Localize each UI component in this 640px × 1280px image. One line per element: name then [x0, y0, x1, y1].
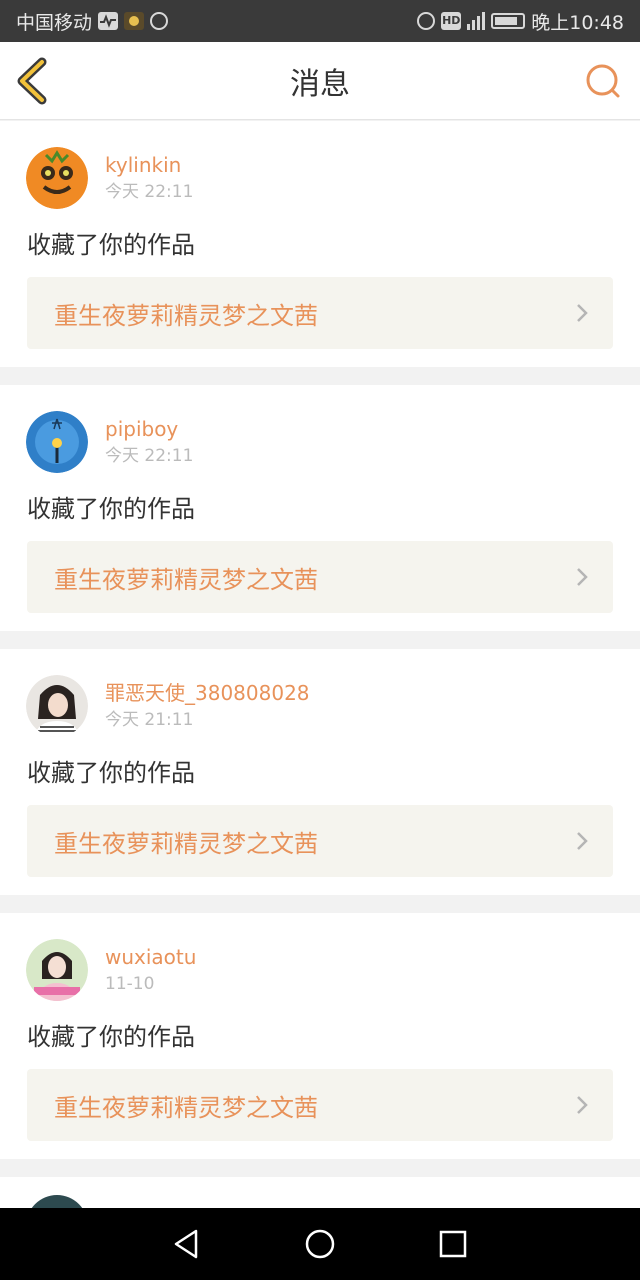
message-card: wuxiaotu 11-10 收藏了你的作品 重生夜萝莉精灵梦之文茜: [0, 913, 640, 1159]
chevron-left-icon: [17, 57, 47, 105]
action-text: 收藏了你的作品: [27, 759, 195, 787]
nav-recents-button[interactable]: [433, 1224, 473, 1264]
message-time: 今天 22:11: [105, 446, 194, 466]
square-recents-icon: [440, 1230, 467, 1258]
action-text: 收藏了你的作品: [27, 1023, 195, 1051]
work-link[interactable]: 重生夜萝莉精灵梦之文茜: [27, 277, 613, 349]
battery-icon: [491, 13, 526, 29]
message-card: kylinkin 今天 22:11 收藏了你的作品 重生夜萝莉精灵梦之文茜: [0, 121, 640, 367]
activity-icon: [98, 12, 119, 30]
back-button[interactable]: [14, 56, 58, 106]
work-title: 重生夜萝莉精灵梦之文茜: [54, 565, 318, 594]
message-user[interactable]: pipiboy 今天 22:11: [26, 411, 193, 473]
chevron-right-icon: [577, 568, 588, 586]
carrier-label: 中国移动: [16, 11, 93, 34]
system-nav-bar: [0, 1208, 640, 1280]
status-bar: 中国移动 HD 晚上10:48: [0, 0, 640, 42]
message-card: 罪恶天使_380808028 今天 21:11 收藏了你的作品 重生夜萝莉精灵梦…: [0, 649, 640, 895]
work-title: 重生夜萝莉精灵梦之文茜: [54, 829, 318, 858]
work-title: 重生夜萝莉精灵梦之文茜: [54, 1093, 318, 1122]
nav-home-button[interactable]: [300, 1224, 340, 1264]
status-time: 晚上10:48: [531, 11, 624, 34]
message-time: 11-10: [105, 974, 155, 994]
alarm-icon: [417, 12, 436, 30]
avatar[interactable]: [26, 939, 88, 1001]
work-link[interactable]: 重生夜萝莉精灵梦之文茜: [27, 541, 613, 613]
message-card: pipiboy 今天 22:11 收藏了你的作品 重生夜萝莉精灵梦之文茜: [0, 385, 640, 631]
action-text: 收藏了你的作品: [27, 495, 195, 523]
username[interactable]: kylinkin: [105, 151, 193, 179]
circle-home-icon: [305, 1229, 335, 1259]
nav-back-button[interactable]: [167, 1224, 207, 1264]
username[interactable]: 罪恶天使_380808028: [105, 679, 310, 707]
avatar[interactable]: [26, 675, 88, 737]
location-icon: [150, 12, 169, 30]
avatar[interactable]: [26, 411, 88, 473]
message-user[interactable]: wuxiaotu 11-10: [26, 939, 196, 1001]
message-list: kylinkin 今天 22:11 收藏了你的作品 重生夜萝莉精灵梦之文茜 pi…: [0, 121, 640, 1257]
message-user[interactable]: 罪恶天使_380808028 今天 21:11: [26, 675, 310, 737]
app-header: 消息: [0, 42, 640, 120]
hd-icon: HD: [441, 12, 462, 30]
search-icon: [586, 64, 620, 98]
chevron-right-icon: [577, 1096, 588, 1114]
search-button[interactable]: [582, 60, 626, 104]
message-time: 今天 21:11: [105, 710, 194, 730]
app-icon: [124, 12, 145, 30]
triangle-back-icon: [174, 1229, 197, 1259]
chevron-right-icon: [577, 304, 588, 322]
message-time: 今天 22:11: [105, 182, 194, 202]
signal-4g-icon: [467, 12, 486, 30]
chevron-right-icon: [577, 832, 588, 850]
work-link[interactable]: 重生夜萝莉精灵梦之文茜: [27, 805, 613, 877]
action-text: 收藏了你的作品: [27, 231, 195, 259]
username[interactable]: pipiboy: [105, 415, 193, 443]
username[interactable]: wuxiaotu: [105, 943, 196, 971]
message-user[interactable]: kylinkin 今天 22:11: [26, 147, 193, 209]
avatar[interactable]: [26, 147, 88, 209]
page-title: 消息: [290, 66, 350, 102]
work-title: 重生夜萝莉精灵梦之文茜: [54, 301, 318, 330]
work-link[interactable]: 重生夜萝莉精灵梦之文茜: [27, 1069, 613, 1141]
